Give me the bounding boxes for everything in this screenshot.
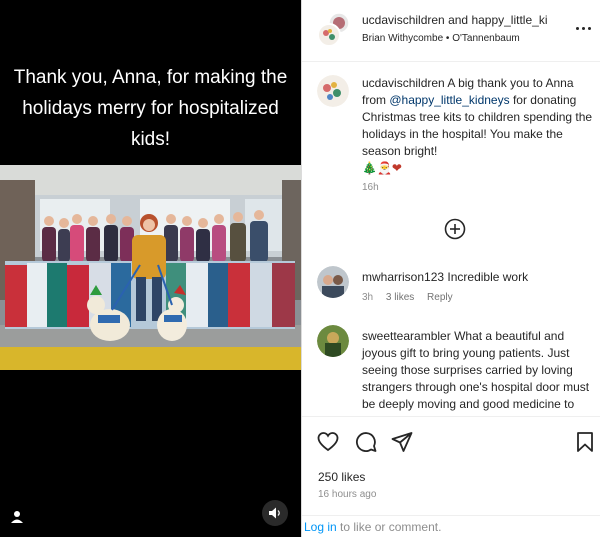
post-actions: 250 likes 16 hours ago Log in to like or… [302,416,600,537]
post-caption: ucdavischildren A big thank you to Anna … [317,75,597,205]
comment-item: sweettearambler What a beautiful and joy… [317,325,597,415]
post-authors: ucdavischildren and happy_little_ki [362,13,562,27]
collaborator-username[interactable]: happy_little_ki [471,13,547,27]
audio-attribution[interactable]: Brian Withycombe • O'Tannenbaum [362,33,520,44]
post-time-ago[interactable]: 16 hours ago [318,489,376,500]
user-tag-icon[interactable] [8,508,26,526]
login-prompt: Log in to like or comment. [302,515,600,537]
caption-emojis: 🎄🎅❤ [362,161,402,175]
audio-title: O'Tannenbaum [452,33,520,44]
comments-scroll[interactable]: ucdavischildren A big thank you to Anna … [302,63,600,415]
caption-mention[interactable]: @happy_little_kidneys [389,93,509,107]
avatar[interactable] [317,325,349,357]
heart-icon[interactable] [317,431,339,453]
media-overlay-text: Thank you, Anna, for making the holidays… [13,67,288,150]
audio-artist: Brian Withycombe [362,33,444,44]
owner-username[interactable]: ucdavischildren [362,13,445,27]
post-photo [0,165,301,370]
bookmark-icon[interactable] [574,431,596,453]
comment-icon[interactable] [355,431,377,453]
comment-likes[interactable]: 3 likes [386,292,414,303]
caption-username[interactable]: ucdavischildren [362,76,445,90]
login-suffix: to like or comment. [336,520,442,534]
likes-count[interactable]: 250 likes [318,470,365,484]
comment-username[interactable]: sweettearambler [362,329,451,343]
comment-item: mwharrison123 Incredible work 3h 3 likes… [317,266,597,311]
comment-meta: 3h 3 likes Reply [362,292,463,303]
post-sidebar: ucdavischildren and happy_little_ki Bria… [301,0,600,537]
reply-button[interactable]: Reply [427,292,453,303]
audio-separator: • [445,33,450,44]
more-horizontal-icon[interactable] [573,18,593,38]
comment-text: Incredible work [447,270,529,284]
caption-meta: 16h [362,182,389,193]
avatar[interactable] [317,75,349,107]
share-icon[interactable] [391,431,413,453]
caption-time[interactable]: 16h [362,182,379,193]
post-header: ucdavischildren and happy_little_ki Bria… [302,0,600,62]
post-media[interactable]: Thank you, Anna, for making the holidays… [0,0,301,537]
avatar[interactable] [317,266,349,298]
login-link[interactable]: Log in [304,520,337,534]
and-word: and [448,13,469,27]
comment-time[interactable]: 3h [362,292,373,303]
comment-username[interactable]: mwharrison123 [362,270,444,284]
audio-muted-icon[interactable] [262,500,288,526]
plus-circle-icon[interactable] [444,218,466,240]
collab-avatars[interactable] [317,12,351,47]
